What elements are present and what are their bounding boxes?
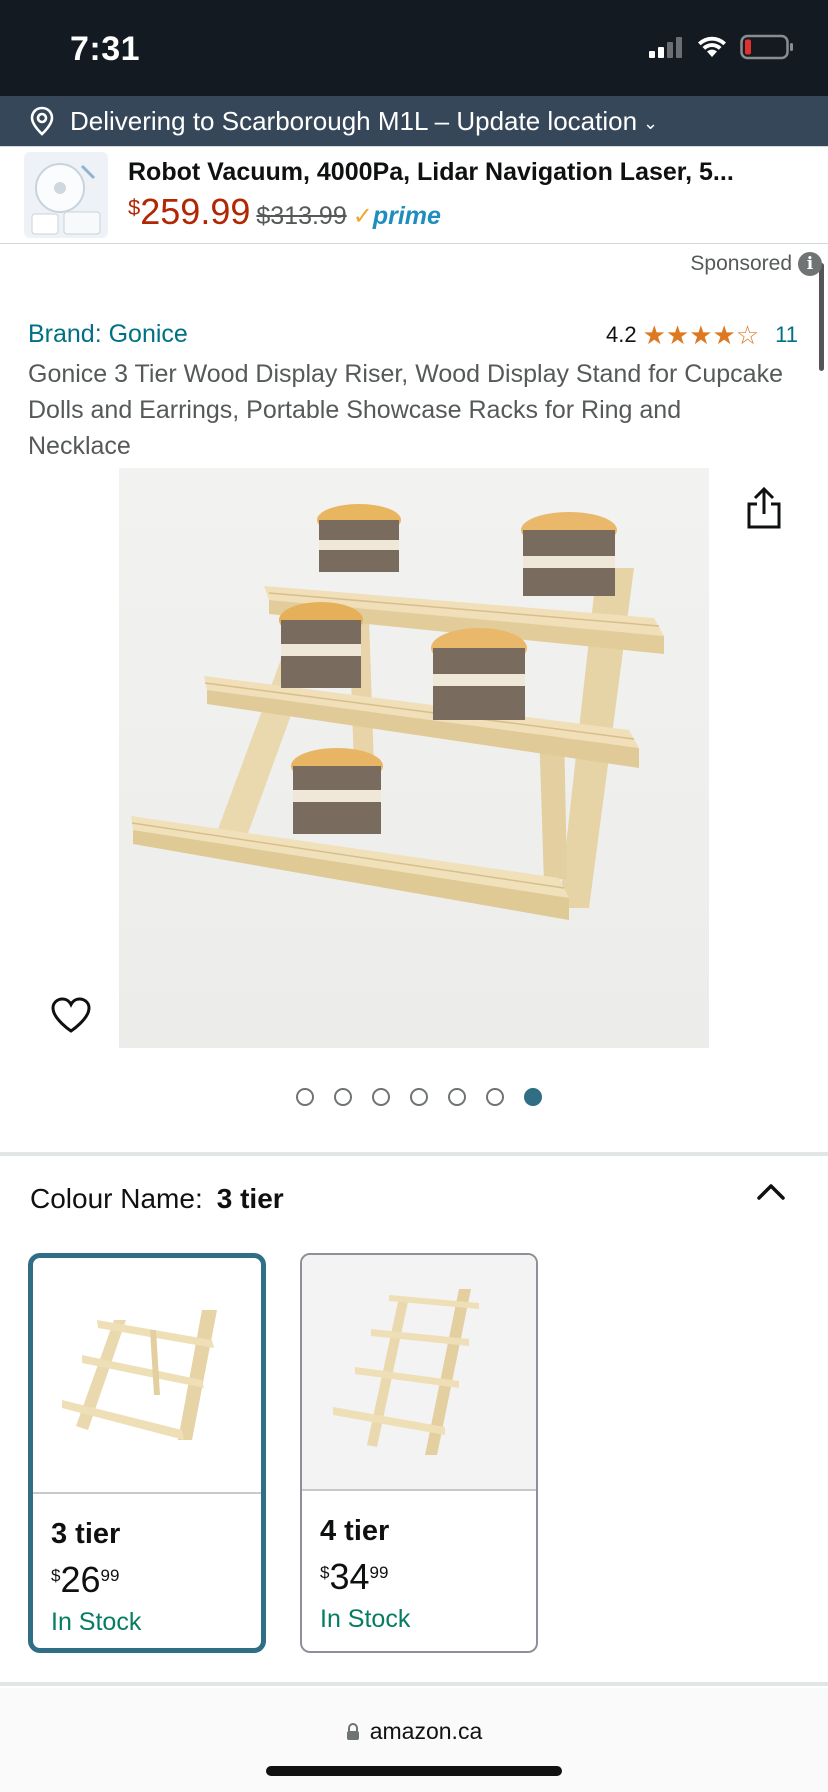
sponsored-label-row[interactable]: Sponsored i <box>690 252 822 276</box>
carousel-dot[interactable] <box>448 1088 466 1106</box>
carousel-dot[interactable] <box>296 1088 314 1106</box>
share-icon <box>747 486 781 529</box>
heart-icon <box>51 997 91 1033</box>
variant-name: 3 tier <box>51 1518 121 1550</box>
delivery-text[interactable]: Delivering to Scarborough M1L – Update l… <box>70 106 637 137</box>
location-pin-icon <box>30 106 54 136</box>
sponsored-ad-banner[interactable]: Robot Vacuum, 4000Pa, Lidar Navigation L… <box>0 146 828 371</box>
brand-link[interactable]: Brand: Gonice <box>28 320 188 349</box>
price-whole: 26 <box>60 1559 101 1600</box>
price-currency: $ <box>320 1563 330 1582</box>
product-main-image[interactable] <box>119 468 709 1048</box>
review-count-link[interactable]: 11 <box>775 322 798 348</box>
star-full-icon: ★ <box>642 320 666 350</box>
wishlist-button[interactable] <box>50 996 92 1039</box>
collapse-variations-button[interactable] <box>756 1180 786 1207</box>
ad-price-row: $ 259.99 $313.99 ✓ prime <box>128 191 734 233</box>
ad-product-thumbnail[interactable] <box>24 152 108 238</box>
carousel-dot[interactable] <box>334 1088 352 1106</box>
chevron-up-icon <box>757 1184 785 1200</box>
url-text[interactable]: amazon.ca <box>370 1718 483 1745</box>
variant-price: $ 26 99 <box>51 1560 119 1600</box>
variant-image <box>33 1258 261 1494</box>
variant-stock-status: In Stock <box>51 1608 142 1636</box>
info-icon[interactable]: i <box>798 252 822 276</box>
status-time: 7:31 <box>70 30 141 68</box>
star-rating: ★ ★ ★ ★ ☆ <box>643 322 760 348</box>
prime-badge: prime <box>372 201 441 230</box>
cupcake-3 <box>279 602 363 688</box>
section-divider <box>0 1682 828 1686</box>
delivery-location-bar[interactable]: Delivering to Scarborough M1L – Update l… <box>0 96 828 146</box>
star-full-icon: ★ <box>665 320 690 350</box>
price-fraction: 99 <box>100 1566 120 1585</box>
ad-list-price: $313.99 <box>256 201 347 230</box>
carousel-dot[interactable] <box>410 1088 428 1106</box>
cupcake-5 <box>291 748 383 834</box>
price-currency: $ <box>51 1566 61 1585</box>
variant-option-4-tier[interactable]: 4 tier $ 34 99 In Stock <box>300 1253 538 1653</box>
signal-icon <box>649 37 682 58</box>
star-empty-icon: ☆ <box>735 320 760 350</box>
url-row[interactable]: amazon.ca <box>0 1718 828 1745</box>
section-divider <box>0 1152 828 1156</box>
ad-title[interactable]: Robot Vacuum, 4000Pa, Lidar Navigation L… <box>128 158 734 187</box>
home-indicator[interactable] <box>266 1766 562 1776</box>
status-bar: 7:31 <box>0 0 828 96</box>
sponsored-label: Sponsored <box>690 252 792 275</box>
product-photo[interactable] <box>119 468 709 1048</box>
ad-price: 259.99 <box>140 190 251 232</box>
cupcake-1 <box>317 504 401 572</box>
carousel-dot[interactable] <box>486 1088 504 1106</box>
rating-summary[interactable]: 4.2 ★ ★ ★ ★ ☆ 11 <box>606 322 798 348</box>
carousel-dot[interactable] <box>372 1088 390 1106</box>
battery-icon <box>740 34 793 60</box>
image-carousel-dots[interactable] <box>0 1088 828 1106</box>
status-icons <box>648 34 794 60</box>
product-title: Gonice 3 Tier Wood Display Riser, Wood D… <box>28 360 783 460</box>
variation-label-text: Colour Name: <box>30 1183 203 1214</box>
cupcake-2 <box>521 512 617 596</box>
variation-label: Colour Name: 3 tier <box>30 1183 284 1215</box>
page-scrollbar[interactable] <box>819 263 824 371</box>
rating-value: 4.2 <box>606 322 637 347</box>
price-whole: 34 <box>329 1556 370 1597</box>
variant-price: $ 34 99 <box>320 1557 388 1597</box>
browser-url-bar[interactable]: amazon.ca <box>0 1688 828 1792</box>
variant-option-3-tier[interactable]: 3 tier $ 26 99 In Stock <box>28 1253 266 1653</box>
variant-image <box>302 1255 536 1491</box>
ad-price-currency: $ <box>128 194 141 220</box>
cupcake-4 <box>431 628 527 720</box>
share-button[interactable] <box>744 486 784 535</box>
star-full-icon: ★ <box>689 320 713 350</box>
lock-icon <box>346 1722 359 1740</box>
chevron-down-icon: ⌄ <box>643 112 659 133</box>
price-fraction: 99 <box>369 1563 389 1582</box>
variant-name: 4 tier <box>320 1515 390 1547</box>
star-full-icon: ★ <box>712 320 736 350</box>
variation-selected-value: 3 tier <box>216 1183 284 1214</box>
variant-stock-status: In Stock <box>320 1605 411 1633</box>
prime-check-icon: ✓ <box>352 202 373 230</box>
wifi-icon <box>698 36 726 57</box>
carousel-dot[interactable] <box>524 1088 542 1106</box>
